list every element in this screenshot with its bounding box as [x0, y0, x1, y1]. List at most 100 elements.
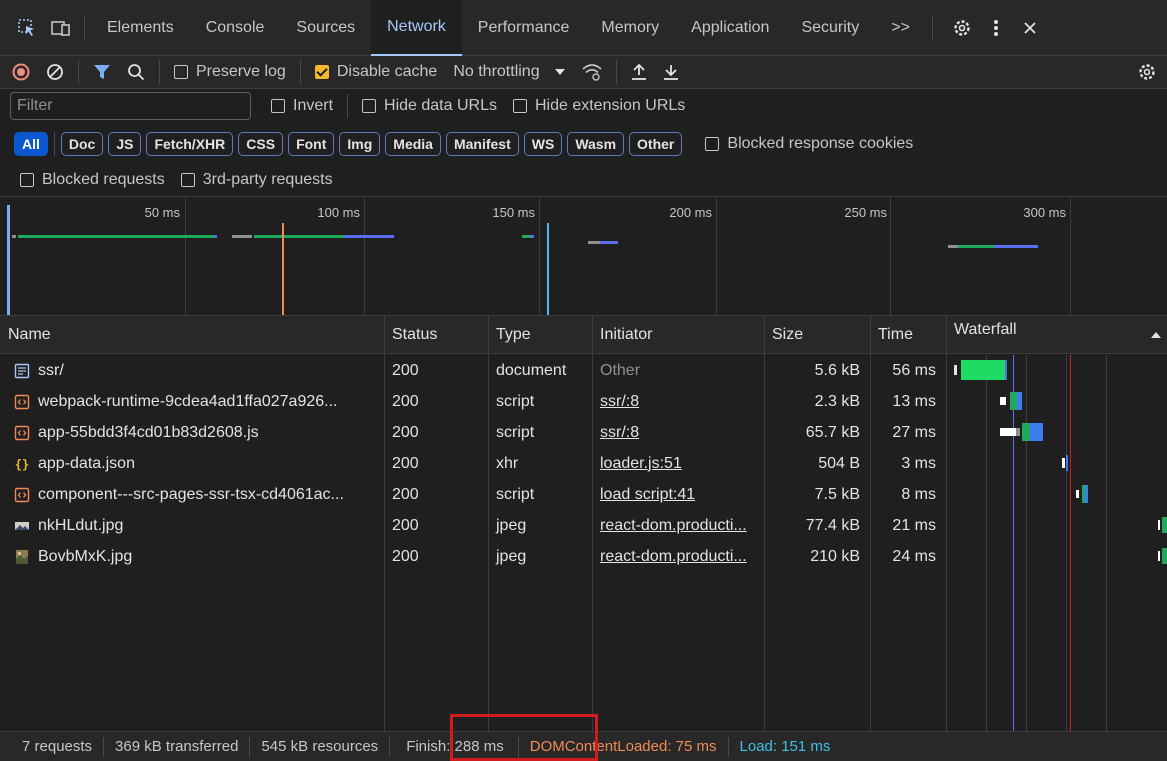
- type-filter-font[interactable]: Font: [288, 132, 335, 156]
- network-settings-button[interactable]: [1129, 56, 1167, 89]
- request-name-cell[interactable]: ssr/: [6, 355, 384, 386]
- third-party-requests-checkbox[interactable]: 3rd-party requests: [173, 171, 341, 189]
- requests-table-body: ssr/ 200 document Other 5.6 kB 56 ms web…: [0, 355, 1167, 572]
- type-filter-css[interactable]: CSS: [238, 132, 284, 156]
- divider: [53, 132, 55, 156]
- initiator-cell[interactable]: load script:41: [592, 479, 764, 510]
- table-row[interactable]: webpack-runtime-9cdea4ad1ffa027a926... 2…: [0, 386, 1167, 417]
- initiator-link[interactable]: ssr/:8: [600, 393, 639, 411]
- initiator-link[interactable]: ssr/:8: [600, 424, 639, 442]
- column-header-time[interactable]: Time: [870, 316, 946, 354]
- type-filter-ws[interactable]: WS: [523, 132, 563, 156]
- type-filter-js[interactable]: JS: [108, 132, 142, 156]
- hide-data-urls-checkbox[interactable]: Hide data URLs: [354, 97, 505, 115]
- tab-elements[interactable]: Elements: [91, 0, 190, 56]
- waterfall-bar: [1000, 392, 1022, 410]
- preserve-log-checkbox[interactable]: Preserve log: [166, 56, 294, 89]
- request-name-cell[interactable]: webpack-runtime-9cdea4ad1ffa027a926...: [6, 386, 384, 417]
- tab-application[interactable]: Application: [675, 0, 785, 56]
- sort-ascending-icon[interactable]: [1150, 330, 1162, 340]
- more-tabs-button[interactable]: >>: [875, 0, 926, 56]
- import-har-button[interactable]: [623, 56, 655, 89]
- overview-bar: [958, 245, 994, 248]
- chevron-down-icon: [554, 69, 565, 75]
- table-row[interactable]: component---src-pages-ssr-tsx-cd4061ac..…: [0, 479, 1167, 510]
- request-name: ssr/: [38, 361, 64, 379]
- type-filter-manifest[interactable]: Manifest: [445, 132, 519, 156]
- type-filter-fetch-xhr[interactable]: Fetch/XHR: [146, 132, 234, 156]
- initiator-link[interactable]: react-dom.producti...: [600, 517, 747, 535]
- tab-console[interactable]: Console: [190, 0, 281, 56]
- tab-performance[interactable]: Performance: [462, 0, 586, 56]
- status-cell: 200: [392, 516, 419, 534]
- initiator-link[interactable]: react-dom.producti...: [600, 548, 747, 566]
- network-conditions-button[interactable]: [574, 56, 610, 89]
- tab-memory[interactable]: Memory: [585, 0, 675, 56]
- request-name: app-data.json: [38, 454, 135, 472]
- record-button[interactable]: [0, 56, 38, 89]
- type-filter-doc[interactable]: Doc: [60, 132, 104, 156]
- type-filter-other[interactable]: Other: [629, 132, 683, 156]
- tab-security[interactable]: Security: [785, 0, 875, 56]
- request-name-cell[interactable]: BovbMxK.jpg: [6, 541, 384, 572]
- request-name-cell[interactable]: nkHLdut.jpg: [6, 510, 384, 541]
- initiator-link[interactable]: loader.js:51: [600, 455, 682, 473]
- throttling-select[interactable]: No throttling: [445, 56, 573, 89]
- initiator-cell[interactable]: ssr/:8: [592, 417, 764, 448]
- initiator-cell[interactable]: loader.js:51: [592, 448, 764, 479]
- tab-network[interactable]: Network: [371, 0, 462, 56]
- blocked-requests-label: Blocked requests: [42, 171, 165, 188]
- initiator-cell[interactable]: react-dom.producti...: [592, 510, 764, 541]
- divider: [159, 60, 160, 84]
- divider: [78, 60, 79, 84]
- size-cell: 210 kB: [810, 547, 860, 565]
- column-header-initiator[interactable]: Initiator: [592, 316, 764, 354]
- type-filter-wasm[interactable]: Wasm: [567, 132, 625, 156]
- kebab-menu-icon[interactable]: [979, 11, 1013, 45]
- blocked-response-cookies-checkbox[interactable]: Blocked response cookies: [697, 135, 921, 153]
- search-button[interactable]: [119, 56, 153, 89]
- table-row[interactable]: app-55bdd3f4cd01b83d2608.js 200 script s…: [0, 417, 1167, 448]
- overview-bar: [314, 235, 344, 238]
- close-icon[interactable]: [1013, 11, 1047, 45]
- checkbox-unchecked: [174, 65, 188, 79]
- request-name-cell[interactable]: component---src-pages-ssr-tsx-cd4061ac..…: [6, 479, 384, 510]
- preserve-log-label: Preserve log: [196, 63, 286, 80]
- initiator-cell[interactable]: ssr/:8: [592, 386, 764, 417]
- initiator-link[interactable]: load script:41: [600, 486, 695, 504]
- filter-toggle-button[interactable]: [85, 56, 119, 89]
- time-cell: 8 ms: [901, 485, 936, 503]
- export-har-button[interactable]: [655, 56, 687, 89]
- table-row[interactable]: nkHLdut.jpg 200 jpeg react-dom.producti.…: [0, 510, 1167, 541]
- column-header-name[interactable]: Name: [0, 316, 386, 354]
- column-header-type[interactable]: Type: [488, 316, 592, 354]
- inspect-element-icon[interactable]: [10, 11, 44, 45]
- settings-gear-icon[interactable]: [945, 11, 979, 45]
- blocked-row: Blocked requests 3rd-party requests: [0, 164, 1167, 196]
- network-overview[interactable]: 50 ms 100 ms 150 ms 200 ms 250 ms 300 ms: [0, 196, 1167, 316]
- blocked-requests-checkbox[interactable]: Blocked requests: [14, 171, 173, 189]
- throttling-value: No throttling: [453, 63, 540, 80]
- tab-sources[interactable]: Sources: [280, 0, 371, 56]
- column-header-size[interactable]: Size: [764, 316, 870, 354]
- disable-cache-checkbox[interactable]: Disable cache: [307, 56, 446, 89]
- request-name-cell[interactable]: app-55bdd3f4cd01b83d2608.js: [6, 417, 384, 448]
- column-header-waterfall[interactable]: Waterfall: [946, 316, 1136, 354]
- type-filter-img[interactable]: Img: [339, 132, 381, 156]
- type-filter-all[interactable]: All: [14, 132, 48, 156]
- dom-content-loaded-marker: [282, 223, 284, 315]
- column-header-status[interactable]: Status: [384, 316, 488, 354]
- initiator-cell[interactable]: react-dom.producti...: [592, 541, 764, 572]
- table-row[interactable]: ssr/ 200 document Other 5.6 kB 56 ms: [0, 355, 1167, 386]
- table-row[interactable]: BovbMxK.jpg 200 jpeg react-dom.producti.…: [0, 541, 1167, 572]
- hide-extension-urls-checkbox[interactable]: Hide extension URLs: [505, 97, 693, 115]
- request-name-cell[interactable]: {} app-data.json: [6, 448, 384, 479]
- time-cell: 13 ms: [892, 392, 936, 410]
- clear-button[interactable]: [38, 56, 72, 89]
- table-row[interactable]: {} app-data.json 200 xhr loader.js:51 50…: [0, 448, 1167, 479]
- invert-checkbox[interactable]: Invert: [263, 97, 341, 115]
- search-icon: [128, 64, 145, 81]
- filter-input[interactable]: Filter: [10, 92, 251, 120]
- device-toolbar-icon[interactable]: [44, 11, 78, 45]
- type-filter-media[interactable]: Media: [385, 132, 441, 156]
